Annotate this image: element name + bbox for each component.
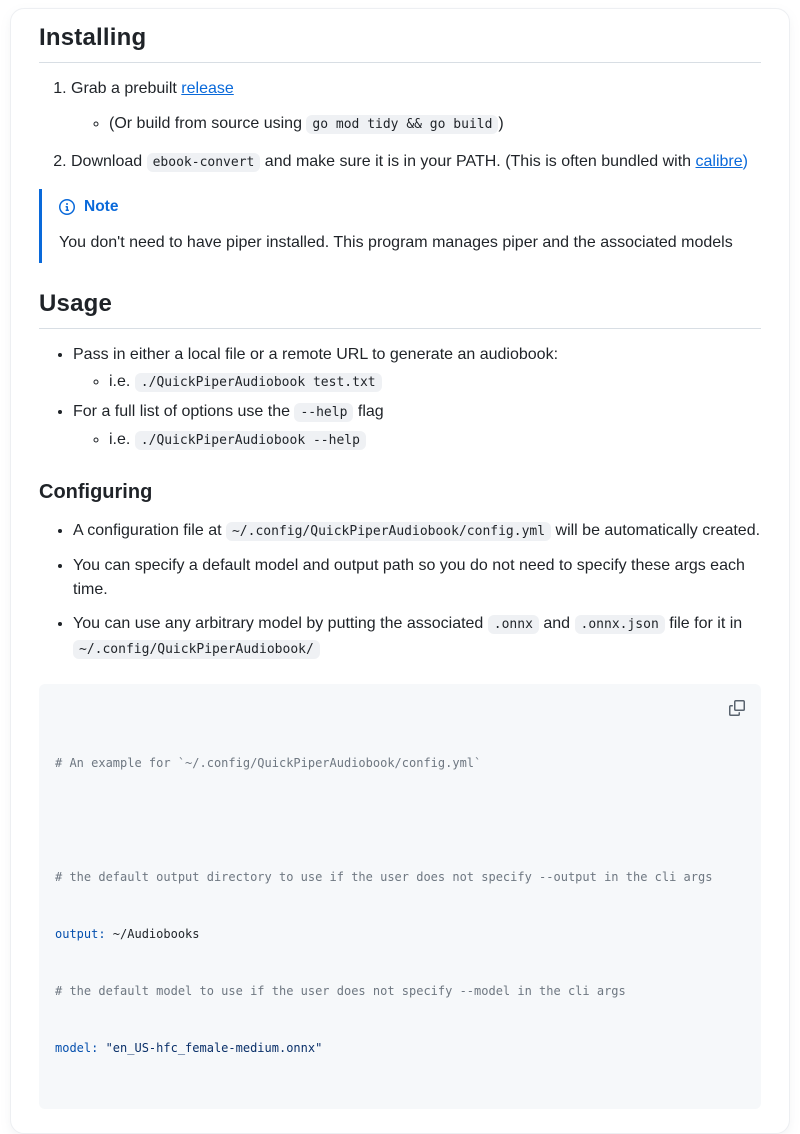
usage-sublist: i.e. ./QuickPiperAudiobook test.txt — [73, 369, 761, 396]
installing-heading: Installing — [39, 23, 761, 63]
inline-code: --help — [294, 403, 353, 422]
item-text: i.e. — [109, 431, 135, 448]
code-line: # An example for `~/.config/QuickPiperAu… — [55, 754, 745, 773]
usage-list: Pass in either a local file or a remote … — [39, 343, 761, 454]
item-text: will be automatically created. — [551, 522, 760, 539]
list-item: Pass in either a local file or a remote … — [73, 343, 761, 396]
code-line: model: "en_US-hfc_female-medium.onnx" — [55, 1039, 745, 1058]
info-icon — [59, 199, 75, 215]
code-line — [55, 811, 745, 830]
installing-sublist: (Or build from source using go mod tidy … — [71, 111, 761, 138]
inline-code: ~/.config/QuickPiperAudiobook/ — [73, 640, 320, 659]
list-item: You can use any arbitrary model by putti… — [73, 612, 761, 662]
note-label: Note — [84, 195, 118, 219]
installing-list: Grab a prebuilt release (Or build from s… — [39, 77, 761, 175]
item-text: Download — [71, 153, 147, 170]
yaml-string: "en_US-hfc_female-medium.onnx" — [98, 1041, 322, 1055]
code-line: # the default output directory to use if… — [55, 868, 745, 887]
readme-card: Installing Grab a prebuilt release (Or b… — [10, 8, 790, 1134]
release-link[interactable]: release — [181, 80, 233, 97]
item-text: i.e. — [109, 373, 135, 390]
note-title: Note — [59, 195, 745, 219]
usage-heading: Usage — [39, 289, 761, 329]
inline-code: ./QuickPiperAudiobook test.txt — [135, 373, 382, 392]
inline-code: ~/.config/QuickPiperAudiobook/config.yml — [226, 522, 551, 541]
item-text: and make sure it is in your PATH. (This … — [260, 153, 695, 170]
inline-code: .onnx — [488, 615, 539, 634]
item-text: and — [539, 615, 575, 632]
item-text: ) — [498, 115, 503, 132]
item-text: flag — [353, 403, 383, 420]
note-callout: Note You don't need to have piper instal… — [39, 189, 761, 263]
yaml-value: ~/Audiobooks — [106, 927, 200, 941]
list-item: Grab a prebuilt release (Or build from s… — [71, 77, 761, 138]
configuring-list: A configuration file at ~/.config/QuickP… — [39, 519, 761, 662]
yaml-key: model: — [55, 1041, 98, 1055]
copy-button[interactable] — [723, 694, 751, 722]
item-text: file for it in — [665, 615, 742, 632]
configuring-heading: Configuring — [39, 480, 761, 505]
list-item: (Or build from source using go mod tidy … — [109, 111, 761, 138]
item-text: For a full list of options use the — [73, 403, 294, 420]
code-line: # the default model to use if the user d… — [55, 982, 745, 1001]
inline-code: ./QuickPiperAudiobook --help — [135, 431, 366, 450]
inline-code: ebook-convert — [147, 153, 261, 172]
inline-code: go mod tidy && go build — [306, 115, 498, 134]
yaml-code-block: # An example for `~/.config/QuickPiperAu… — [39, 684, 761, 1109]
list-item: For a full list of options use the --hel… — [73, 400, 761, 454]
list-item: You can specify a default model and outp… — [73, 554, 761, 602]
copy-icon — [729, 700, 745, 716]
list-item: A configuration file at ~/.config/QuickP… — [73, 519, 761, 544]
list-item: Download ebook-convert and make sure it … — [71, 150, 761, 175]
item-text: You can specify a default model and outp… — [73, 557, 745, 598]
item-text: A configuration file at — [73, 522, 226, 539]
code-line: output: ~/Audiobooks — [55, 925, 745, 944]
inline-code: .onnx.json — [575, 615, 665, 634]
list-item: i.e. ./QuickPiperAudiobook test.txt — [109, 369, 761, 396]
item-text: Grab a prebuilt — [71, 80, 181, 97]
note-body: You don't need to have piper installed. … — [59, 231, 745, 255]
item-text: Pass in either a local file or a remote … — [73, 346, 558, 363]
usage-sublist: i.e. ./QuickPiperAudiobook --help — [73, 427, 761, 454]
calibre-link[interactable]: calibre — [696, 153, 743, 170]
item-text: (Or build from source using — [109, 115, 306, 132]
item-text: ) — [743, 153, 748, 170]
yaml-key: output: — [55, 927, 106, 941]
item-text: You can use any arbitrary model by putti… — [73, 615, 488, 632]
list-item: i.e. ./QuickPiperAudiobook --help — [109, 427, 761, 454]
